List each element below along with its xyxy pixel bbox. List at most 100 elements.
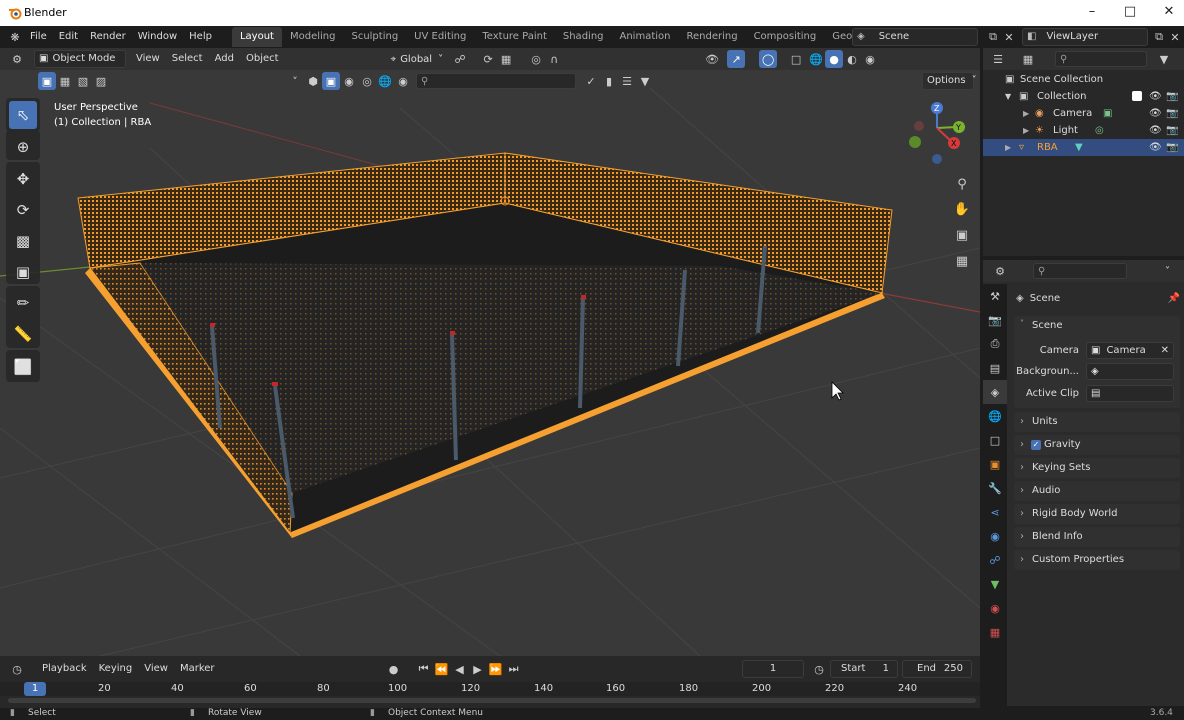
viewport-menu-object[interactable]: Object — [240, 50, 285, 68]
select-extend-icon[interactable]: ▦ — [56, 72, 74, 90]
navigation-gizmo[interactable]: Z Y X — [909, 102, 965, 164]
outliner-row-light[interactable]: ▶ ☀ Light ◎ 👁 📷 — [983, 122, 1184, 139]
menu-render[interactable]: Render — [84, 26, 132, 48]
tool-tab-icon[interactable]: ⚒ — [983, 284, 1007, 308]
properties-editor-icon[interactable]: ⚙ — [991, 262, 1009, 280]
start-frame-field[interactable]: Start 1 — [830, 660, 898, 678]
proportional-edit-icon[interactable]: ◎ — [527, 50, 545, 68]
select-intersect-icon[interactable]: ▨ — [92, 72, 110, 90]
view-layer-tab-icon[interactable]: ▤ — [983, 356, 1007, 380]
delete-scene-icon[interactable]: ✕ — [1000, 28, 1018, 46]
timeline-menu-playback[interactable]: Playback — [36, 660, 93, 678]
rendered-shading-icon[interactable]: ◉ — [861, 50, 879, 68]
select-subtract-icon[interactable]: ▧ — [74, 72, 92, 90]
viewport-menu-view[interactable]: View — [130, 50, 166, 68]
camera-view-icon[interactable]: ▣ — [951, 222, 973, 248]
rigid-body-world-panel[interactable]: › Rigid Body World — [1014, 504, 1180, 524]
end-frame-field[interactable]: End 250 — [902, 660, 972, 678]
tab-rendering[interactable]: Rendering — [678, 27, 745, 47]
tab-sculpting[interactable]: Sculpting — [343, 27, 406, 47]
play-reverse-icon[interactable]: ◀ — [451, 660, 469, 678]
expand-icon[interactable]: ▶ — [1005, 139, 1011, 156]
units-panel[interactable]: › Units — [1014, 412, 1180, 432]
select-box-tool-icon[interactable]: ⬁ — [9, 101, 37, 129]
camera-data-icon[interactable]: ▣ — [1103, 105, 1112, 122]
outliner-row-scene-collection[interactable]: ▣ Scene Collection — [983, 71, 1184, 88]
xray-icon[interactable]: □ — [787, 50, 805, 68]
record-icon[interactable]: ● — [385, 660, 403, 678]
close-icon[interactable]: ✕ — [1159, 4, 1179, 19]
jump-start-icon[interactable]: ⏮ — [415, 660, 433, 678]
current-frame-field[interactable]: 1 — [742, 660, 804, 678]
render-camera-icon[interactable]: 📷 — [1166, 122, 1178, 139]
texture-tab-icon[interactable]: ▦ — [983, 620, 1007, 644]
mode-selector[interactable]: ▣ Object Mode — [34, 50, 126, 68]
delete-viewlayer-icon[interactable]: ✕ — [1166, 28, 1184, 46]
measure-tool-icon[interactable]: 📏 — [9, 320, 37, 348]
menu-file[interactable]: File — [24, 26, 53, 48]
viewport-search-input[interactable]: ⚲ — [416, 73, 576, 89]
clear-icon[interactable]: ✕ — [1161, 343, 1169, 359]
eye-icon[interactable]: 👁 — [1149, 139, 1162, 156]
globe-icon[interactable]: 🌐 — [376, 72, 394, 90]
properties-search-input[interactable]: ⚲ — [1033, 263, 1127, 279]
outliner-row-rba[interactable]: ▶ ▿ RBA ▼ 👁 📷 — [983, 139, 1184, 156]
background-field[interactable]: ◈ — [1086, 363, 1174, 380]
viewlayer-selector[interactable]: ◧ ViewLayer — [1022, 28, 1148, 46]
menu-help[interactable]: Help — [183, 26, 218, 48]
display-mode-icon[interactable]: ▦ — [1019, 50, 1037, 68]
pivot-icon[interactable]: ☍ — [451, 50, 469, 68]
sphere-icon[interactable]: ◉ — [340, 72, 358, 90]
eye-icon[interactable]: 👁 — [1149, 122, 1162, 139]
blend-info-panel[interactable]: › Blend Info — [1014, 527, 1180, 547]
object-type-filter-icon[interactable]: ⬢ — [304, 72, 322, 90]
scene-selector[interactable]: ◈ Scene — [852, 28, 978, 46]
rotate-tool-icon[interactable]: ⟳ — [9, 196, 37, 224]
object-tab-icon[interactable]: ▣ — [983, 452, 1007, 476]
timeline-scrollbar[interactable] — [8, 698, 976, 703]
maximize-icon[interactable]: □ — [1120, 4, 1140, 19]
camera-field[interactable]: ▣ Camera ✕ — [1086, 342, 1174, 359]
bookmark-icon[interactable]: ▮ — [600, 72, 618, 90]
gravity-checkbox[interactable]: ✓ — [1031, 440, 1041, 450]
filter-toggle-icon[interactable]: ✓ — [582, 72, 600, 90]
tab-compositing[interactable]: Compositing — [746, 27, 825, 47]
world-tab-icon[interactable]: 🌐 — [983, 404, 1007, 428]
transform-tool-icon[interactable]: ▣ — [9, 258, 37, 286]
keying-sets-panel[interactable]: › Keying Sets — [1014, 458, 1180, 478]
snap-target-icon[interactable]: ▦ — [497, 50, 515, 68]
cursor-tool-icon[interactable]: ⊕ — [9, 133, 37, 161]
menu-edit[interactable]: Edit — [53, 26, 84, 48]
transform-orientation[interactable]: ⌖ Global ˅ — [391, 54, 444, 65]
select-new-icon[interactable]: ▣ — [38, 72, 56, 90]
custom-properties-panel[interactable]: › Custom Properties — [1014, 550, 1180, 570]
chevron-down-icon[interactable]: ˅ — [1020, 319, 1024, 328]
render-camera-icon[interactable]: 📷 — [1166, 139, 1178, 156]
scale-tool-icon[interactable]: ▩ — [9, 227, 37, 255]
tab-shading[interactable]: Shading — [555, 27, 612, 47]
visibility-icon[interactable]: 👁 — [703, 50, 721, 68]
play-icon[interactable]: ▶ — [469, 660, 487, 678]
outliner-editor-icon[interactable]: ☰ — [989, 50, 1007, 68]
outliner-search-input[interactable]: ⚲ — [1055, 51, 1147, 67]
tab-texture-paint[interactable]: Texture Paint — [474, 27, 555, 47]
pan-hand-icon[interactable]: ✋ — [951, 196, 973, 222]
tab-layout[interactable]: Layout — [231, 27, 282, 47]
viewport-scene[interactable]: Z Y X — [0, 48, 980, 656]
annotate-tool-icon[interactable]: ✏ — [9, 289, 37, 317]
audio-panel[interactable]: › Audio — [1014, 481, 1180, 501]
minimize-icon[interactable]: – — [1082, 4, 1102, 19]
falloff-icon[interactable]: ∩ — [545, 50, 563, 68]
constraints-tab-icon[interactable]: ☍ — [983, 548, 1007, 572]
chevron-down-icon[interactable]: ˅ — [286, 72, 304, 90]
ortho-grid-icon[interactable]: ▦ — [951, 248, 973, 274]
snap-icon[interactable]: ⟳ — [479, 50, 497, 68]
prev-keyframe-icon[interactable]: ⏪ — [433, 660, 451, 678]
collection-tab-icon[interactable]: □ — [983, 428, 1007, 452]
blender-menu-icon[interactable]: ❋ — [6, 28, 24, 46]
timeline-menu-keying[interactable]: Keying — [93, 660, 139, 678]
output-tab-icon[interactable]: ⎙ — [983, 332, 1007, 356]
frame-ruler[interactable]: 1 20 40 60 80 100 120 140 160 180 200 22… — [0, 682, 980, 696]
timeline-menu-view[interactable]: View — [138, 660, 174, 678]
expand-icon[interactable]: ▶ — [1023, 105, 1029, 122]
